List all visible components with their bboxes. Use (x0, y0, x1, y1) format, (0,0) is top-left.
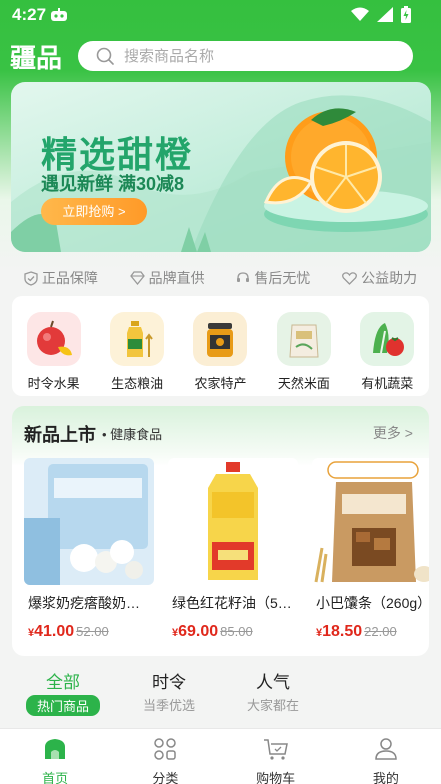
nav-profile[interactable]: 我的 (331, 729, 441, 784)
product-price: ¥69.00 85.00 (168, 623, 298, 641)
product-card[interactable]: 小巴馕条（260g） ¥18.50 22.00 (312, 458, 429, 641)
app-header: 疆品 (0, 36, 441, 76)
nav-label: 分类 (152, 771, 179, 784)
status-time: 4:27 (12, 5, 47, 24)
bottom-navigation: 首页 分类 购物车 我的 (0, 728, 441, 784)
tab-subtitle: 大家都在 (246, 698, 299, 713)
product-card[interactable]: 爆浆奶疙瘩酸奶疙瘩 ¥41.00 52.00 (24, 458, 154, 641)
diamond-icon (129, 271, 145, 285)
vegetables-icon (360, 312, 415, 366)
category-label: 生态粮油 (111, 376, 164, 391)
section-subtitle: • 健康食品 (102, 427, 163, 442)
category-grain-oil[interactable]: 生态粮油 (104, 312, 170, 396)
nav-label: 首页 (42, 771, 69, 784)
tab-subtitle: 热门商品 (26, 695, 100, 716)
honey-jar-icon (193, 312, 248, 366)
category-label: 时令水果 (27, 376, 80, 391)
product-image (168, 458, 298, 585)
product-image (312, 458, 429, 585)
guarantee-item: 公益助力 (342, 266, 417, 290)
tab-subtitle: 当季优选 (142, 698, 195, 713)
cart-icon (263, 739, 288, 760)
banner-subtitle: 遇见新鲜 满30减8 (41, 174, 185, 194)
heart-icon (342, 271, 358, 285)
category-label: 天然米面 (277, 376, 330, 391)
status-bar: 4:27 (0, 0, 441, 30)
nav-categories[interactable]: 分类 (110, 729, 220, 784)
buy-now-button[interactable]: 立即抢购 > (41, 198, 147, 225)
user-icon (375, 738, 397, 760)
rice-bag-icon (276, 312, 331, 366)
brand-logo: 疆品 (10, 44, 63, 74)
oil-bottle-icon (110, 312, 165, 366)
battery-icon (401, 6, 411, 23)
service-guarantees: 正品保障 品牌直供 售后无忧 公益助力 (0, 266, 441, 290)
guarantee-label: 品牌直供 (148, 270, 205, 286)
promo-banner[interactable]: 精选甜橙 遇见新鲜 满30减8 立即抢购 > (11, 82, 431, 252)
product-name: 绿色红花籽油（5L） (172, 595, 296, 611)
tab-title: 时令 (152, 673, 186, 692)
search-bar[interactable] (78, 41, 413, 71)
category-organic-veg[interactable]: 有机蔬菜 (354, 312, 420, 396)
apple-fruit-icon (26, 312, 81, 366)
grid-icon (154, 738, 177, 760)
tab-popular[interactable]: 人气 大家都在 (240, 668, 306, 714)
notification-app-icon (51, 8, 67, 21)
category-farm-specialty[interactable]: 农家特产 (187, 312, 253, 396)
guarantee-item: 售后无忧 (236, 266, 310, 290)
guarantee-item: 正品保障 (24, 266, 98, 290)
tab-seasonal[interactable]: 时令 当季优选 (136, 668, 202, 714)
nav-label: 我的 (372, 771, 399, 784)
current-price: 41.00 (34, 623, 75, 640)
home-icon (45, 739, 66, 759)
signal-icon (377, 7, 393, 22)
product-price: ¥41.00 52.00 (24, 623, 154, 641)
original-price: 22.00 (364, 624, 397, 639)
tab-all[interactable]: 全部 热门商品 (26, 668, 100, 716)
category-rice-flour[interactable]: 天然米面 (271, 312, 337, 396)
original-price: 52.00 (76, 624, 109, 639)
category-label: 农家特产 (194, 376, 247, 391)
product-price: ¥18.50 22.00 (312, 623, 429, 641)
new-arrivals-section: 新品上市 • 健康食品 更多 > 爆浆奶疙瘩酸奶疙瘩 ¥41.0052.00 (12, 406, 429, 656)
product-card[interactable]: 绿色红花籽油（5L） ¥69.00 85.00 (168, 458, 298, 641)
product-name: 小巴馕条（260g） (316, 595, 429, 611)
nav-home[interactable]: 首页 (0, 729, 110, 784)
category-fruit[interactable]: 时令水果 (21, 312, 87, 396)
product-filter-tabs: 全部 热门商品 时令 当季优选 人气 大家都在 (0, 668, 441, 716)
guarantee-item: 品牌直供 (129, 266, 205, 290)
wifi-icon (351, 7, 369, 21)
guarantee-label: 售后无忧 (254, 270, 311, 286)
original-price: 85.00 (220, 624, 253, 639)
shield-check-icon (24, 270, 38, 286)
headset-icon (237, 272, 250, 282)
product-name: 爆浆奶疙瘩酸奶疙瘩 (28, 595, 152, 611)
tab-title: 人气 (256, 673, 290, 692)
category-label: 有机蔬菜 (361, 376, 414, 391)
search-icon (96, 47, 114, 65)
more-link[interactable]: 更多 > (373, 423, 413, 443)
nav-cart[interactable]: 购物车 (221, 729, 331, 784)
product-image (24, 458, 154, 585)
guarantee-label: 正品保障 (41, 270, 98, 286)
current-price: 18.50 (322, 623, 363, 640)
section-title: 新品上市 (24, 425, 96, 445)
tab-title: 全部 (46, 673, 80, 692)
category-grid: 时令水果 生态粮油 农家特产 天然米面 有机蔬菜 (12, 296, 429, 396)
current-price: 69.00 (178, 623, 219, 640)
guarantee-label: 公益助力 (361, 270, 418, 286)
search-input[interactable] (124, 47, 384, 65)
nav-label: 购物车 (256, 771, 296, 784)
